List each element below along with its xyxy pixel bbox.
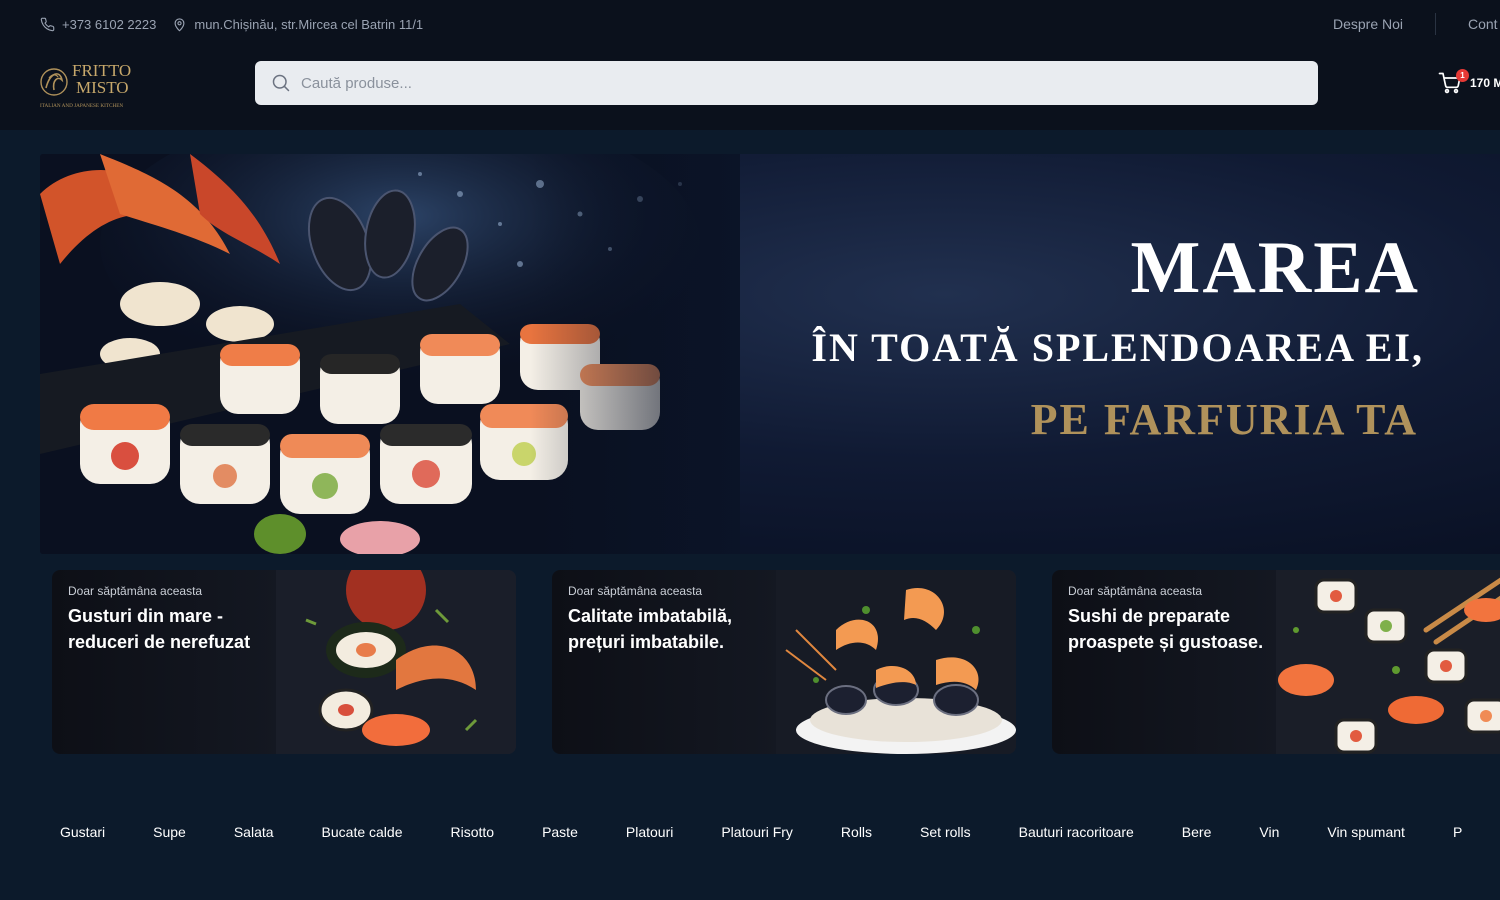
seafood-sushi-illustration xyxy=(40,154,740,554)
topbar: +373 6102 2223 mun.Chișinău, str.Mircea … xyxy=(40,14,423,34)
promo-card[interactable]: Doar săptămâna aceasta Sushi de preparat… xyxy=(1052,570,1500,754)
category-platouri[interactable]: Platouri xyxy=(626,824,673,840)
phone-icon xyxy=(40,17,55,31)
category-vin-spumant[interactable]: Vin spumant xyxy=(1327,824,1405,840)
nav-cont[interactable]: Cont xyxy=(1468,16,1500,32)
logo-line2: MISTO xyxy=(76,78,129,97)
promo-title: Sushi de preparate proaspete și gustoase… xyxy=(1068,606,1264,652)
cart-count-badge: 1 xyxy=(1456,69,1469,82)
hero-title: MAREA xyxy=(1130,227,1420,309)
promo-eyebrow: Doar săptămâna aceasta xyxy=(568,584,703,598)
search-icon xyxy=(272,74,290,92)
promo-eyebrow: Doar săptămâna aceasta xyxy=(68,584,203,598)
category-gustari[interactable]: Gustari xyxy=(60,824,105,840)
cart-icon-wrap[interactable]: 1 xyxy=(1438,69,1469,95)
category-supe[interactable]: Supe xyxy=(153,824,186,840)
category-risotto[interactable]: Risotto xyxy=(450,824,494,840)
nav-despre-noi[interactable]: Despre Noi xyxy=(1333,16,1435,32)
site-header: +373 6102 2223 mun.Chișinău, str.Mircea … xyxy=(0,0,1500,130)
category-vin[interactable]: Vin xyxy=(1259,824,1279,840)
fritto-misto-logo: FRITTO MISTO ITALIAN AND JAPANESE KITCHE… xyxy=(40,61,131,109)
flying-sushi-image xyxy=(276,570,516,754)
sushi-chopsticks-image xyxy=(1276,570,1500,754)
category-bauturi-racoritoare[interactable]: Bauturi racoritoare xyxy=(1019,824,1134,840)
promo-title: Calitate imbatabilă, prețuri imbatabile. xyxy=(568,606,733,652)
search-input[interactable] xyxy=(301,63,1281,103)
address-text[interactable]: mun.Chișinău, str.Mircea cel Batrin 11/1 xyxy=(194,17,423,32)
search-bar[interactable] xyxy=(255,61,1318,105)
category-more[interactable]: P xyxy=(1453,824,1462,840)
hero-banner[interactable]: MAREA ÎN TOATĂ SPLENDOAREA EI, PE FARFUR… xyxy=(40,154,1500,554)
promo-title: Gusturi din mare - reduceri de nerefuzat xyxy=(68,606,251,652)
category-rolls[interactable]: Rolls xyxy=(841,824,872,840)
phone-number[interactable]: +373 6102 2223 xyxy=(62,17,156,32)
hero-subtitle: ÎN TOATĂ SPLENDOAREA EI, xyxy=(811,325,1424,370)
category-paste[interactable]: Paste xyxy=(542,824,578,840)
address-link[interactable]: mun.Chișinău, str.Mircea cel Batrin 11/1 xyxy=(172,17,423,32)
category-bucate-calde[interactable]: Bucate calde xyxy=(322,824,403,840)
logo[interactable]: FRITTO MISTO ITALIAN AND JAPANESE KITCHE… xyxy=(40,58,144,110)
top-navigation: Despre Noi Cont xyxy=(1333,12,1500,36)
category-set-rolls[interactable]: Set rolls xyxy=(920,824,971,840)
promo-eyebrow: Doar săptămâna aceasta xyxy=(1068,584,1203,598)
map-pin-icon xyxy=(174,17,185,31)
cart-button[interactable]: 1 170 M xyxy=(1438,69,1500,96)
nav-divider xyxy=(1435,13,1436,35)
seafood-plate-image xyxy=(776,570,1016,754)
hero-tagline: PE FARFURIA TA xyxy=(1030,395,1418,444)
category-platouri-fry[interactable]: Platouri Fry xyxy=(721,824,793,840)
promo-card[interactable]: Doar săptămâna aceasta Calitate imbatabi… xyxy=(552,570,1016,754)
cart-total: 170 M xyxy=(1470,76,1500,90)
phone-link[interactable]: +373 6102 2223 xyxy=(40,17,156,32)
logo-tagline: ITALIAN AND JAPANESE KITCHEN xyxy=(40,103,123,109)
category-salata[interactable]: Salata xyxy=(234,824,274,840)
category-bere[interactable]: Bere xyxy=(1182,824,1212,840)
category-menu: Gustari Supe Salata Bucate calde Risotto… xyxy=(60,820,1500,844)
promo-card[interactable]: Doar săptămâna aceasta Gusturi din mare … xyxy=(52,570,516,754)
